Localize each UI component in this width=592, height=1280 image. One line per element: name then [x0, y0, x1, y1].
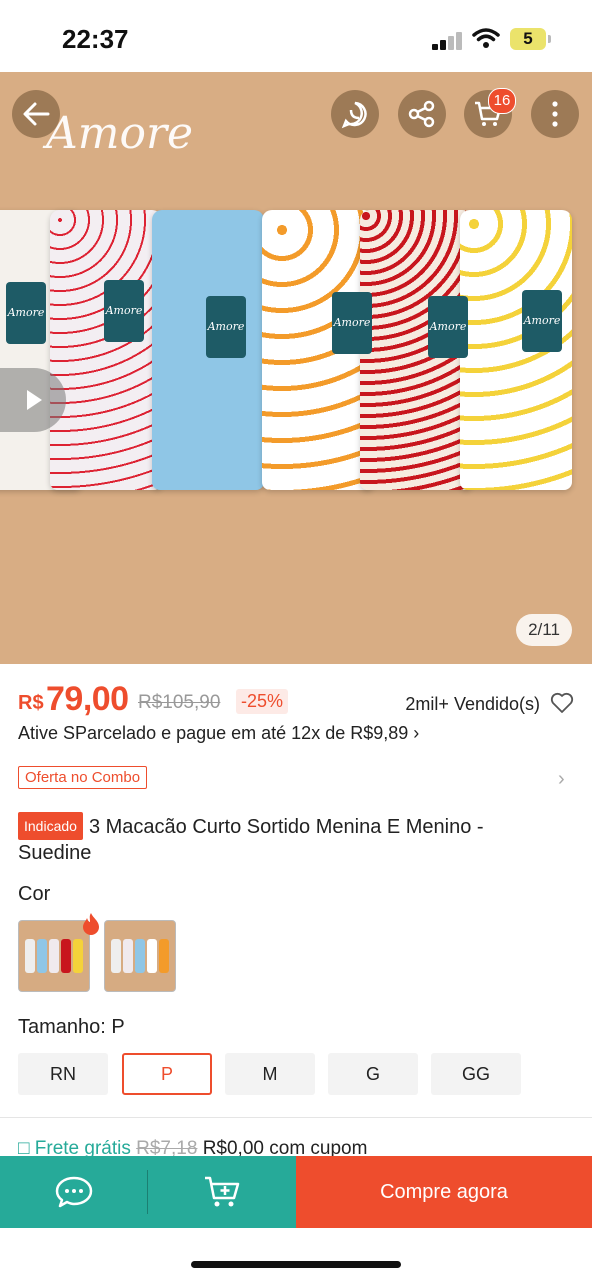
- cellular-signal-icon: [432, 30, 464, 50]
- current-price: 79,00: [46, 680, 129, 718]
- product-title: Indicado 3 Macacão Curto Sortido Menina E…: [18, 812, 558, 866]
- whatsapp-share-button[interactable]: [331, 90, 379, 138]
- back-arrow-icon: [23, 102, 50, 126]
- add-to-cart-button[interactable]: [148, 1156, 296, 1228]
- chat-icon: [55, 1176, 93, 1208]
- hang-tag: Amore: [206, 296, 246, 358]
- product-image-carousel[interactable]: Amore Amore Amore Amore Amore Amore Amor…: [0, 72, 592, 664]
- whatsapp-icon: [341, 101, 367, 129]
- chevron-right-icon[interactable]: ›: [558, 768, 565, 791]
- hang-tag: Amore: [332, 292, 372, 354]
- size-option-gg[interactable]: GG: [431, 1053, 521, 1095]
- discount-badge: -25%: [236, 689, 289, 714]
- chat-button[interactable]: [0, 1156, 148, 1228]
- share-button[interactable]: [398, 90, 446, 138]
- bottom-action-bar: Compre agora: [0, 1156, 592, 1228]
- size-option-p[interactable]: P: [122, 1053, 212, 1095]
- chevron-right-icon: ›: [413, 723, 420, 743]
- more-vertical-icon: [552, 101, 558, 127]
- status-time: 22:37: [62, 24, 129, 54]
- product-title-text: 3 Macacão Curto Sortido Menina E Menino …: [18, 816, 484, 864]
- status-bar: 22:37 5: [0, 0, 592, 72]
- installment-text: Ative SParcelado e pague em até 12x de R…: [18, 723, 409, 743]
- combo-offer-tag[interactable]: Oferta no Combo: [18, 766, 148, 789]
- image-page-indicator: 2/11: [516, 614, 572, 646]
- buy-now-button[interactable]: Compre agora: [296, 1156, 592, 1228]
- original-price: R$105,90: [138, 692, 221, 713]
- size-option-rn[interactable]: RN: [18, 1053, 108, 1095]
- hang-tag: Amore: [522, 290, 562, 352]
- recommended-badge: Indicado: [18, 812, 83, 840]
- home-indicator: [191, 1261, 401, 1268]
- color-label: Cor: [18, 883, 51, 905]
- favorite-heart-icon[interactable]: [550, 692, 574, 714]
- size-label: Tamanho: P: [18, 1016, 125, 1038]
- price-row: R$ 79,00 R$105,90 -25% 2mil+ Vendido(s): [18, 680, 574, 720]
- video-play-button[interactable]: [0, 368, 66, 432]
- hang-tag: Amore: [6, 282, 46, 344]
- play-icon: [27, 390, 42, 410]
- size-option-g[interactable]: G: [328, 1053, 418, 1095]
- hang-tag: Amore: [428, 296, 468, 358]
- back-button[interactable]: [12, 90, 60, 138]
- battery-icon: 5: [510, 28, 546, 50]
- hang-tag: Amore: [104, 280, 144, 342]
- cart-count-badge: 16: [488, 88, 516, 114]
- sold-count: 2mil+ Vendido(s): [405, 694, 540, 714]
- brand-logo: Amore: [46, 108, 194, 159]
- color-swatch-option[interactable]: [104, 920, 176, 992]
- add-to-cart-icon: [205, 1176, 240, 1207]
- share-icon: [408, 100, 435, 128]
- installment-link[interactable]: Ative SParcelado e pague em até 12x de R…: [18, 723, 419, 744]
- product-image: Amore Amore Amore Amore Amore Amore: [0, 210, 592, 510]
- divider: [0, 1117, 592, 1118]
- more-options-button[interactable]: [531, 90, 579, 138]
- wifi-icon: [472, 28, 500, 48]
- size-option-m[interactable]: M: [225, 1053, 315, 1095]
- price-currency: R$: [18, 692, 44, 714]
- fire-icon: [83, 913, 99, 935]
